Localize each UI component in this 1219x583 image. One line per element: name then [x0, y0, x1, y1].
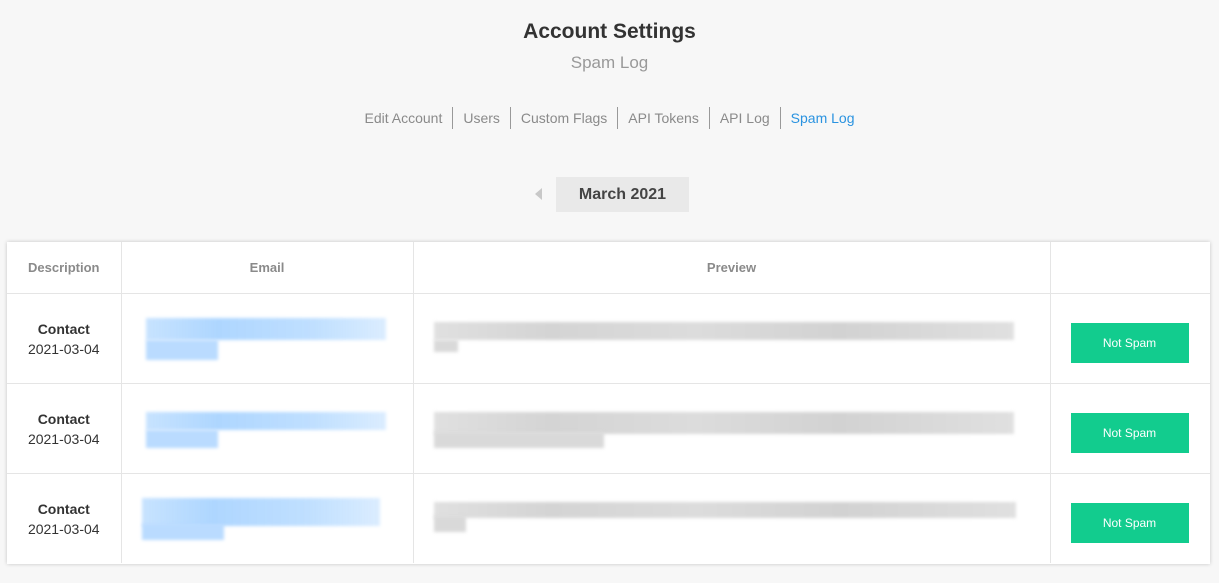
preview-cell — [413, 293, 1051, 384]
redacted-preview-line2 — [433, 432, 604, 448]
redacted-email-line2 — [141, 524, 224, 540]
redacted-email — [141, 498, 380, 526]
preview-cell — [413, 383, 1051, 474]
redacted-preview-line2 — [433, 516, 466, 532]
redacted-preview — [433, 322, 1014, 340]
email-cell — [121, 473, 414, 563]
description-type: Contact — [37, 410, 90, 427]
email-cell — [121, 383, 414, 474]
nav-edit-account[interactable]: Edit Account — [355, 107, 453, 129]
nav-api-log[interactable]: API Log — [708, 107, 780, 129]
table-row: Contact 2021-03-04 Not Spam — [7, 473, 1210, 564]
redacted-preview — [433, 412, 1014, 434]
table-row: Contact 2021-03-04 Not Spam — [7, 383, 1210, 474]
description-date: 2021-03-04 — [27, 340, 100, 357]
redacted-email-line2 — [145, 430, 218, 448]
table-row: Contact 2021-03-04 Not Spam — [7, 293, 1210, 384]
not-spam-button[interactable]: Not Spam — [1070, 503, 1189, 543]
action-cell: Not Spam — [1050, 293, 1210, 384]
action-cell: Not Spam — [1050, 474, 1210, 564]
prev-month-arrow-icon[interactable] — [535, 188, 542, 200]
not-spam-button[interactable]: Not Spam — [1070, 413, 1189, 453]
settings-nav: Edit Account Users Custom Flags API Toke… — [0, 107, 1219, 129]
description-cell: Contact 2021-03-04 — [7, 293, 122, 384]
month-navigator: March 2021 — [0, 177, 1219, 212]
nav-custom-flags[interactable]: Custom Flags — [509, 107, 617, 129]
column-header-actions — [1050, 242, 1210, 294]
action-cell: Not Spam — [1050, 383, 1210, 474]
description-date: 2021-03-04 — [27, 430, 100, 447]
redacted-preview — [433, 502, 1016, 518]
nav-api-tokens[interactable]: API Tokens — [617, 107, 709, 129]
preview-cell — [413, 473, 1051, 563]
column-header-description: Description — [7, 242, 122, 294]
page-title: Account Settings — [523, 20, 696, 43]
redacted-email — [145, 318, 386, 340]
description-cell: Contact 2021-03-04 — [7, 473, 122, 563]
redacted-email — [145, 412, 386, 430]
spam-log-table: Description Email Preview Contact 2021-0… — [7, 242, 1210, 564]
nav-spam-log[interactable]: Spam Log — [779, 107, 865, 129]
column-header-preview: Preview — [413, 242, 1051, 294]
email-cell — [121, 293, 414, 384]
not-spam-button[interactable]: Not Spam — [1070, 323, 1189, 363]
nav-users[interactable]: Users — [452, 107, 510, 129]
description-date: 2021-03-04 — [27, 520, 100, 537]
description-type: Contact — [37, 500, 90, 517]
description-type: Contact — [37, 320, 90, 337]
table-header-row: Description Email Preview — [7, 242, 1210, 294]
month-label: March 2021 — [556, 177, 689, 212]
column-header-email: Email — [121, 242, 414, 294]
page-subtitle: Spam Log — [570, 53, 649, 72]
redacted-email-line2 — [145, 340, 218, 360]
description-cell: Contact 2021-03-04 — [7, 383, 122, 474]
redacted-preview-line2 — [433, 340, 458, 352]
